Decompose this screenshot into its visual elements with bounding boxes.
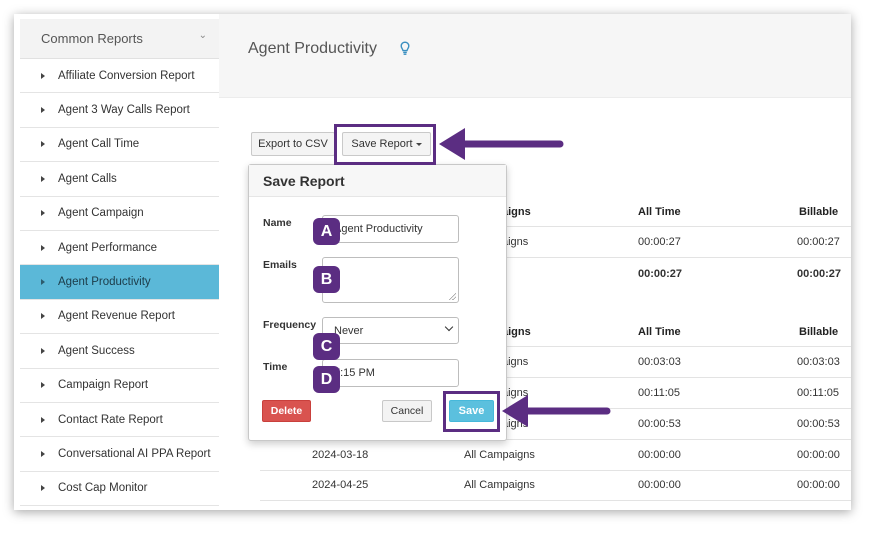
arrow-to-save-icon [502, 395, 611, 427]
callout-arrows [439, 128, 611, 427]
arrow-to-save-report-icon [439, 128, 564, 160]
